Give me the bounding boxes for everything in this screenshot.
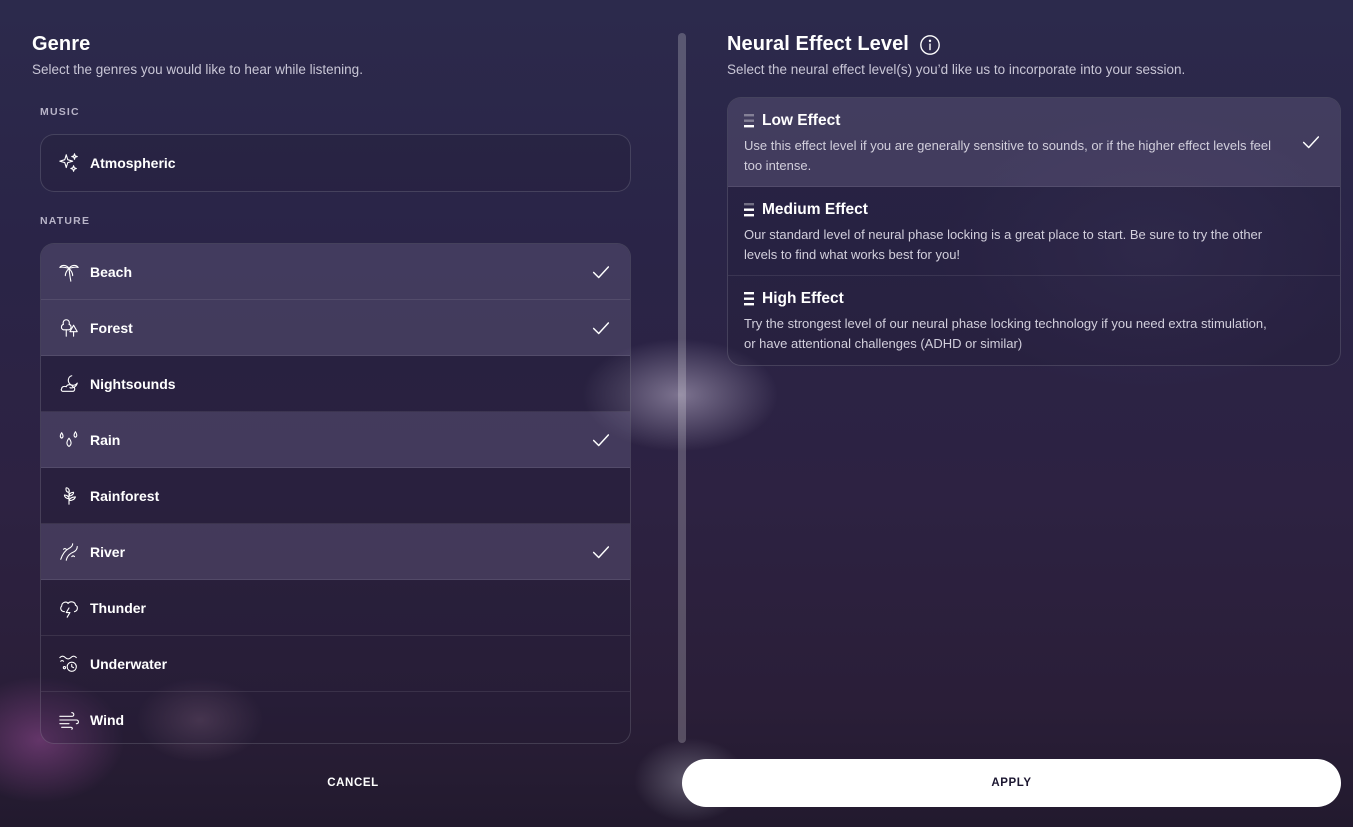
thunder-cloud-icon — [57, 596, 81, 620]
genre-list-scrollbar[interactable] — [678, 33, 686, 743]
genre-item-label: Wind — [90, 712, 125, 728]
genre-item-label: River — [90, 543, 126, 560]
river-icon — [57, 540, 81, 564]
effect-bars-low-icon — [744, 114, 754, 128]
genre-item-forest[interactable]: Forest — [41, 300, 630, 356]
genre-item-label: Beach — [90, 263, 133, 280]
neural-effect-subtitle: Select the neural effect level(s) you’d … — [727, 62, 1186, 77]
genre-item-rain[interactable]: Rain — [41, 412, 630, 468]
genre-item-label: Atmospheric — [90, 155, 176, 171]
genre-item-label: Thunder — [90, 599, 146, 616]
genre-item-label: Underwater — [90, 655, 168, 672]
genre-item-label: Nightsounds — [90, 375, 176, 392]
palm-tree-icon — [57, 260, 81, 284]
info-icon[interactable] — [919, 34, 941, 56]
effect-level-title: Low Effect — [762, 112, 841, 129]
checkmark-icon — [590, 261, 612, 283]
effect-level-description: Use this effect level if you are general… — [744, 138, 1272, 173]
moon-cloud-icon — [57, 372, 81, 396]
checkmark-icon — [590, 541, 612, 563]
wind-icon — [57, 708, 81, 732]
effect-bars-high-icon — [744, 292, 754, 306]
genre-item-label: Rainforest — [90, 487, 160, 504]
group-label-music: MUSIC — [40, 106, 80, 118]
sparkles-icon — [57, 151, 81, 175]
music-genre-list: Atmospheric — [40, 134, 631, 192]
effect-bars-medium-icon — [744, 203, 754, 217]
effect-level-header: Low Effect — [744, 112, 1280, 130]
genre-item-beach[interactable]: Beach — [41, 244, 630, 300]
apply-button[interactable]: APPLY — [682, 759, 1341, 807]
checkmark-icon — [590, 429, 612, 451]
genre-title: Genre — [32, 33, 91, 55]
effect-level-header: Medium Effect — [744, 201, 1280, 219]
genre-item-nightsounds[interactable]: Nightsounds — [41, 356, 630, 412]
effect-level-header: High Effect — [744, 290, 1280, 308]
genre-item-label: Forest — [90, 319, 133, 336]
group-label-nature: NATURE — [40, 215, 91, 227]
genre-panel: Genre Select the genres you would like t… — [32, 0, 632, 827]
raindrops-icon — [57, 428, 81, 452]
neural-effect-panel: Neural Effect Level Select the neural ef… — [727, 0, 1341, 827]
effect-level-title: Medium Effect — [762, 201, 868, 218]
underwater-icon — [57, 652, 81, 676]
cancel-button[interactable]: CANCEL — [253, 768, 453, 798]
checkmark-icon — [1300, 131, 1322, 153]
effect-level-high[interactable]: High Effect Try the strongest level of o… — [728, 276, 1340, 365]
effect-level-medium[interactable]: Medium Effect Our standard level of neur… — [728, 187, 1340, 276]
effect-level-low[interactable]: Low Effect Use this effect level if you … — [728, 98, 1340, 187]
neural-effect-title: Neural Effect Level — [727, 33, 909, 55]
effect-level-description: Try the strongest level of our neural ph… — [744, 316, 1267, 351]
sprout-icon — [57, 484, 81, 508]
genre-item-thunder[interactable]: Thunder — [41, 580, 630, 636]
genre-subtitle: Select the genres you would like to hear… — [32, 62, 363, 77]
genre-item-rainforest[interactable]: Rainforest — [41, 468, 630, 524]
genre-item-wind[interactable]: Wind — [41, 692, 630, 743]
nature-genre-list: Beach Forest Nightsounds Rain Rainforest… — [40, 243, 631, 744]
effect-level-description: Our standard level of neural phase locki… — [744, 227, 1263, 262]
trees-icon — [57, 316, 81, 340]
effect-level-list: Low Effect Use this effect level if you … — [727, 97, 1341, 366]
effect-level-title: High Effect — [762, 290, 844, 307]
genre-item-underwater[interactable]: Underwater — [41, 636, 630, 692]
genre-item-river[interactable]: River — [41, 524, 630, 580]
genre-item-label: Rain — [90, 431, 121, 448]
checkmark-icon — [590, 317, 612, 339]
genre-item-atmospheric[interactable]: Atmospheric — [41, 135, 630, 191]
neural-effect-title-row: Neural Effect Level — [727, 33, 941, 56]
